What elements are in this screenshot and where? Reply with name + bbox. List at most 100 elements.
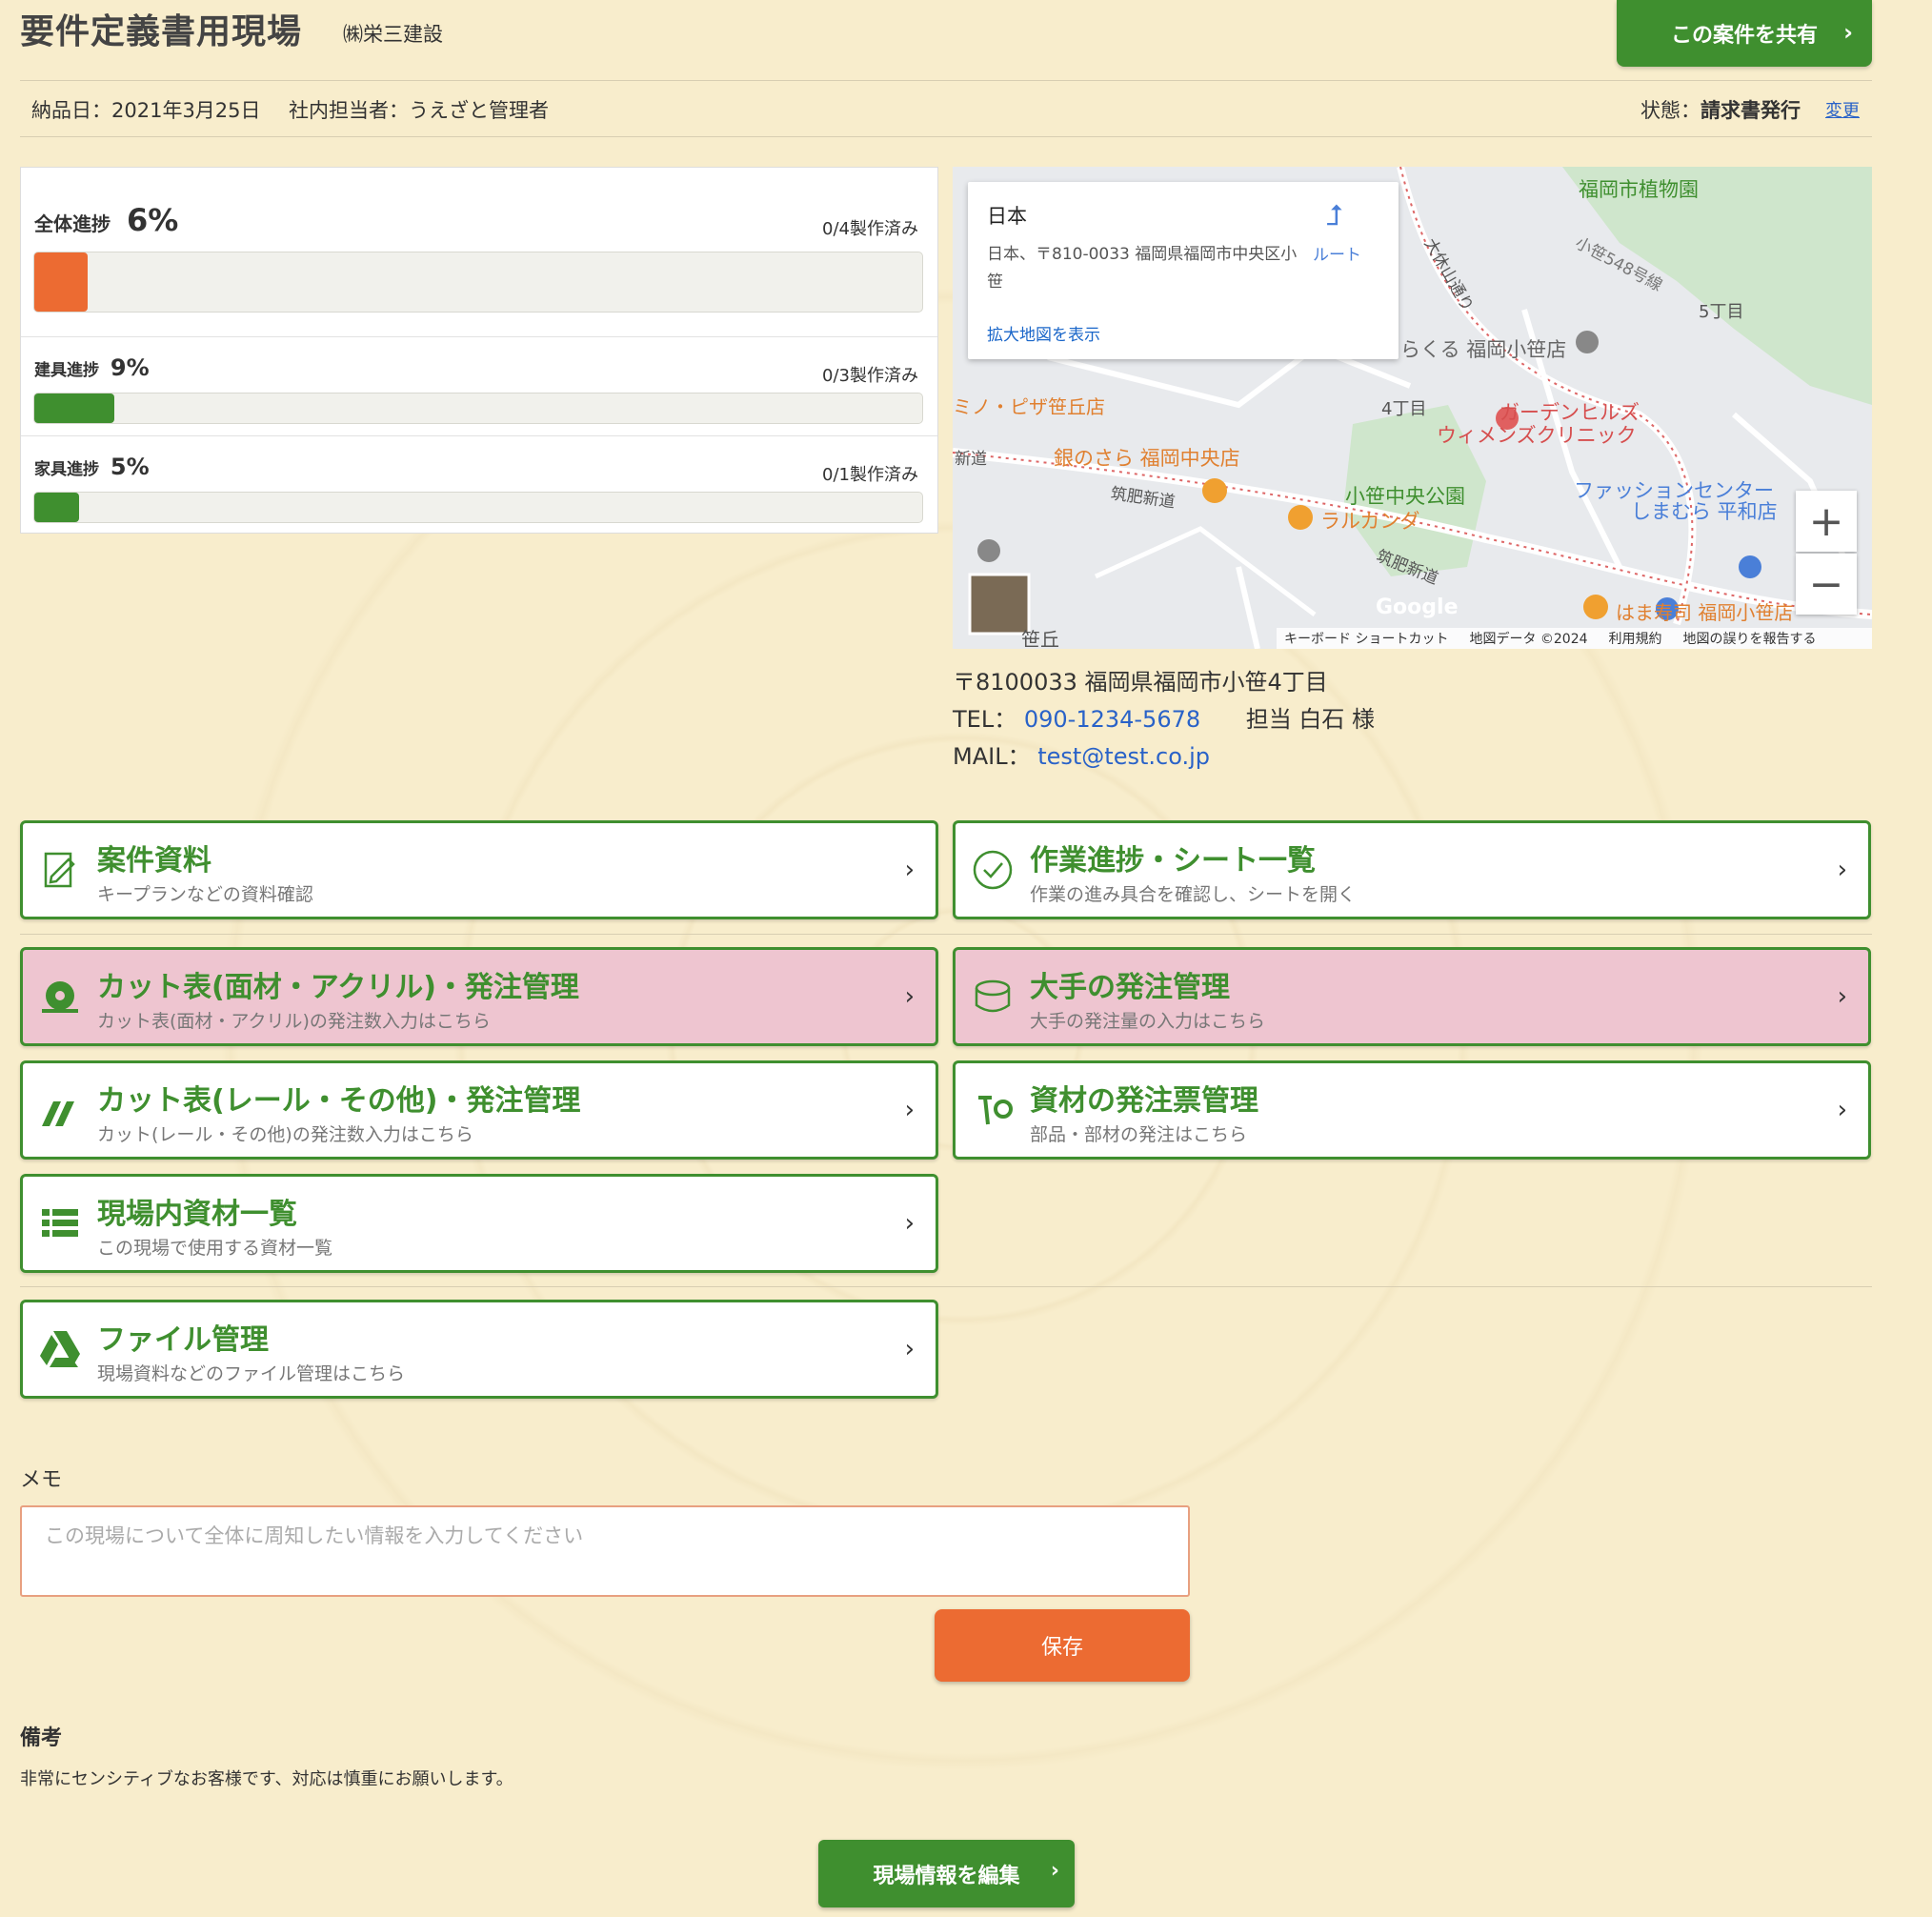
map-label: 銀のさら 福岡中央店 bbox=[1054, 447, 1240, 470]
screw-nut-icon bbox=[978, 1096, 1013, 1125]
fixture-progress: 建具進捗 9% 0/3製作済み bbox=[21, 337, 937, 436]
furniture-progress: 家具進捗 5% 0/1製作済み bbox=[21, 436, 937, 534]
menu-card-title: 作業進捗・シート一覧 bbox=[1030, 844, 1316, 878]
rails-icon bbox=[42, 1101, 74, 1126]
progress-card: 全体進捗 6% 0/4製作済み 建具進捗 9% 0/3製作済み 家具進捗 5% … bbox=[20, 167, 938, 534]
contact-person: 担当 白石 様 bbox=[1245, 706, 1376, 733]
menu-card-title: 案件資料 bbox=[97, 844, 211, 878]
site-address: 〒8100033 福岡県福岡市小笹4丁目 bbox=[953, 669, 1328, 696]
menu-card-cut-rail-orders[interactable]: カット表(レール・その他)・発注管理 カット(レール・その他)の発注数入力はこち… bbox=[20, 1060, 938, 1160]
map-label: しまむら 平和店 bbox=[1631, 500, 1778, 523]
mail-row: MAIL： test@test.co.jp bbox=[953, 738, 1375, 776]
progress-count: 0/4製作済み bbox=[822, 219, 918, 239]
mail-label: MAIL： bbox=[953, 743, 1031, 770]
progress-count: 0/3製作済み bbox=[822, 366, 918, 386]
tape-roll-icon bbox=[975, 979, 1011, 1013]
menu-card-progress-sheets[interactable]: 作業進捗・シート一覧 作業の進み具合を確認し、シートを開く › bbox=[953, 820, 1871, 919]
menu-card-subtitle: カット表(面材・アクリル)の発注数入力はこちら bbox=[97, 1011, 491, 1032]
internal-manager: 社内担当者：うえざと管理者 bbox=[289, 99, 549, 122]
menu-card-subtitle: 大手の発注量の入力はこちら bbox=[1030, 1011, 1266, 1032]
overall-progress: 全体進捗 6% 0/4製作済み bbox=[21, 168, 937, 337]
menu-card-cut-panel-orders[interactable]: カット表(面材・アクリル)・発注管理 カット表(面材・アクリル)の発注数入力はこ… bbox=[20, 947, 938, 1046]
menu-card-material-orders[interactable]: 資材の発注票管理 部品・部材の発注はこちら › bbox=[953, 1060, 1871, 1160]
keyboard-shortcut-link[interactable]: キーボード ショートカット bbox=[1284, 629, 1448, 648]
menu-card-subtitle: カット(レール・その他)の発注数入力はこちら bbox=[97, 1124, 473, 1145]
menu-card-documents[interactable]: 案件資料 キープランなどの資料確認 › bbox=[20, 820, 938, 919]
progress-label: 家具進捗 5% bbox=[34, 454, 150, 480]
map-footer: キーボード ショートカット 地図データ ©2024 利用規約 地図の誤りを報告す… bbox=[1277, 628, 1872, 649]
progress-bar bbox=[33, 252, 923, 313]
map-label: はま寿司 福岡小笹店 bbox=[1616, 601, 1794, 624]
map-data-credit: 地図データ ©2024 bbox=[1469, 632, 1588, 647]
menu-card-title: 現場内資材一覧 bbox=[97, 1198, 297, 1231]
progress-bar bbox=[33, 393, 923, 424]
map-info-window: 日本 日本、〒810-0033 福岡県福岡市中央区小笹 ⮥ ルート 拡大地図を表… bbox=[968, 182, 1399, 359]
map-label: ウィメンズクリニック bbox=[1437, 424, 1637, 447]
tel-link[interactable]: 090-1234-5678 bbox=[1024, 706, 1200, 733]
edit-site-button[interactable]: 現場情報を編集 › bbox=[818, 1840, 1075, 1907]
chevron-right-icon: › bbox=[1837, 1096, 1847, 1124]
directions-link[interactable]: ルート bbox=[1313, 241, 1361, 265]
chevron-right-icon: › bbox=[904, 1335, 915, 1363]
menu-card-site-materials[interactable]: 現場内資材一覧 この現場で使用する資材一覧 › bbox=[20, 1174, 938, 1273]
share-button-label: この案件を共有 bbox=[1670, 24, 1818, 48]
progress-percent: 6% bbox=[126, 202, 179, 238]
status: 状態：請求書発行 bbox=[1640, 95, 1801, 124]
menu-card-file-management[interactable]: ファイル管理 現場資料などのファイル管理はこちら › bbox=[20, 1300, 938, 1399]
chevron-right-icon: › bbox=[904, 856, 915, 884]
chevron-right-icon: › bbox=[904, 1096, 915, 1124]
progress-bar-fill bbox=[34, 393, 114, 423]
map-label: 新道 bbox=[955, 450, 987, 469]
divider bbox=[20, 934, 1872, 935]
status-change-link[interactable]: 変更 bbox=[1825, 97, 1860, 122]
zoom-out-button[interactable]: − bbox=[1796, 554, 1857, 615]
company-name: ㈱栄三建設 bbox=[343, 23, 443, 46]
share-button[interactable]: この案件を共有 › bbox=[1617, 0, 1872, 67]
enlarge-map-link[interactable]: 拡大地図を表示 bbox=[987, 321, 1100, 345]
check-circle-icon bbox=[973, 850, 1013, 890]
progress-percent: 5% bbox=[110, 454, 150, 480]
tel-label: TEL： bbox=[953, 706, 1017, 733]
memo-label: メモ bbox=[20, 1468, 63, 1492]
save-button[interactable]: 保存 bbox=[935, 1609, 1190, 1682]
note-text: 非常にセンシティブなお客様です、対応は慎重にお願いします。 bbox=[20, 1769, 513, 1789]
page-title: 要件定義書用現場 bbox=[20, 12, 303, 51]
progress-bar-fill bbox=[34, 493, 79, 522]
chevron-right-icon: › bbox=[904, 1209, 915, 1238]
terms-link[interactable]: 利用規約 bbox=[1609, 629, 1662, 648]
map-label: ラルカンダ bbox=[1320, 510, 1420, 533]
menu-card-subtitle: キープランなどの資料確認 bbox=[97, 884, 313, 905]
contact-block: 〒8100033 福岡県福岡市小笹4丁目 TEL： 090-1234-5678 … bbox=[953, 664, 1375, 776]
map[interactable]: 福岡市植物園 小笹548号線 大休山通り 5丁目 らくる 福岡小笹店 4丁目 ガ… bbox=[953, 167, 1872, 649]
edit-site-button-label: 現場情報を編集 bbox=[873, 1864, 1020, 1888]
list-icon bbox=[42, 1209, 78, 1237]
menu-card-subtitle: 現場資料などのファイル管理はこちら bbox=[97, 1363, 406, 1384]
directions-icon[interactable]: ⮥ bbox=[1326, 199, 1343, 232]
menu-card-title: 資材の発注票管理 bbox=[1030, 1084, 1258, 1118]
progress-count: 0/1製作済み bbox=[822, 465, 918, 485]
divider bbox=[20, 80, 1872, 81]
mail-link[interactable]: test@test.co.jp bbox=[1037, 743, 1210, 770]
document-edit-icon bbox=[44, 852, 75, 888]
saw-blade-icon bbox=[42, 981, 78, 1013]
chevron-right-icon: › bbox=[904, 982, 915, 1011]
map-label: らくる 福岡小笹店 bbox=[1400, 338, 1567, 361]
map-label: 5丁目 bbox=[1699, 302, 1744, 322]
progress-label: 建具進捗 9% bbox=[34, 354, 150, 381]
map-info-title: 日本 bbox=[987, 205, 1027, 228]
memo-textarea[interactable]: この現場について全体に周知したい情報を入力してください bbox=[20, 1505, 1190, 1597]
divider bbox=[20, 1286, 1872, 1287]
menu-card-title: カット表(面材・アクリル)・発注管理 bbox=[97, 971, 579, 1004]
status-value: 請求書発行 bbox=[1701, 99, 1801, 122]
chevron-right-icon: › bbox=[1837, 982, 1847, 1011]
zoom-in-button[interactable]: + bbox=[1796, 491, 1857, 552]
status-label: 状態： bbox=[1640, 99, 1701, 122]
menu-card-major-orders[interactable]: 大手の発注管理 大手の発注量の入力はこちら › bbox=[953, 947, 1871, 1046]
map-label: ミノ・ピザ笹丘店 bbox=[953, 395, 1105, 418]
progress-label: 全体進捗 6% bbox=[34, 202, 179, 238]
map-label: 福岡市植物園 bbox=[1579, 178, 1699, 201]
map-info-address: 日本、〒810-0033 福岡県福岡市中央区小笹 bbox=[987, 245, 1298, 292]
progress-bar-fill bbox=[34, 252, 88, 312]
report-error-link[interactable]: 地図の誤りを報告する bbox=[1683, 629, 1817, 648]
map-label: 笹丘 bbox=[1021, 628, 1059, 649]
